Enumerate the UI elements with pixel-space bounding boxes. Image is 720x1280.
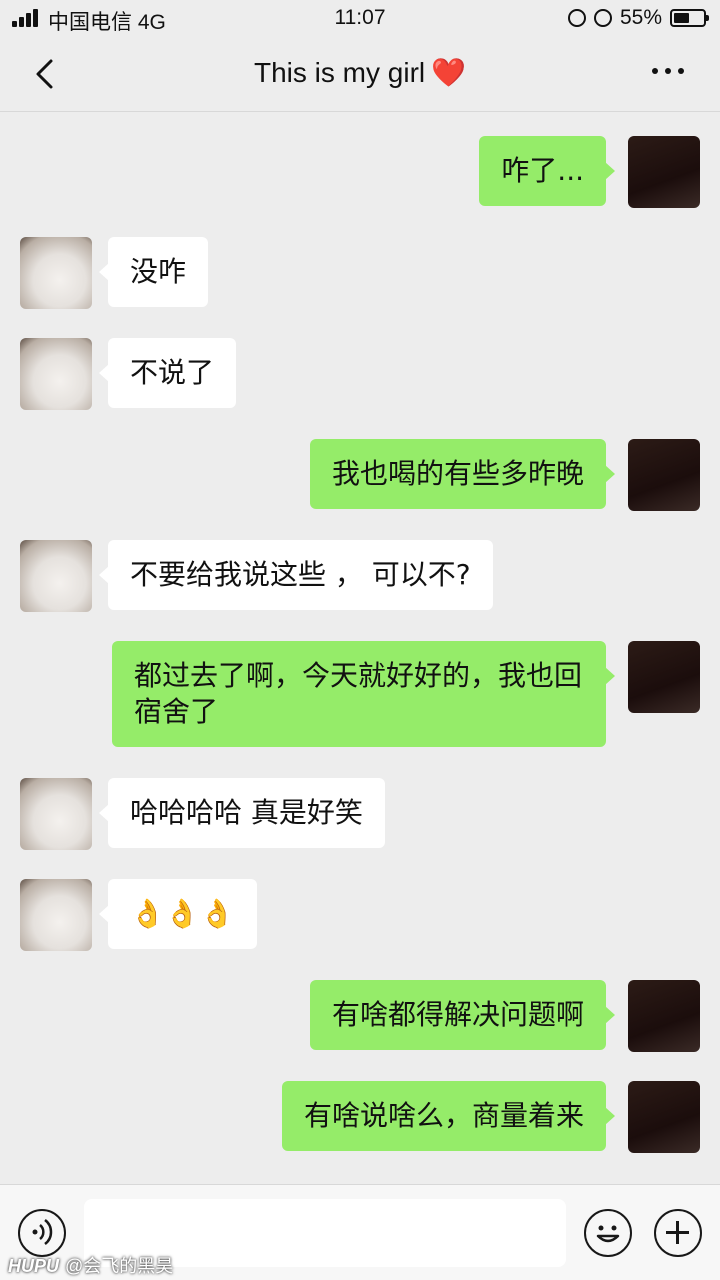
plus-icon[interactable]	[654, 1209, 702, 1257]
message-bubble[interactable]: 有啥都得解决问题啊	[309, 980, 616, 1050]
message-list[interactable]: 咋了... 没咋 不说了 我也喝的有些多昨晚 不要给我说这些 ， 可以不? 都过…	[0, 112, 720, 1184]
avatar[interactable]	[20, 778, 92, 850]
more-icon[interactable]	[652, 68, 684, 74]
chat-title-text: This is my girl	[254, 57, 426, 88]
message-row: 有啥说啥么，商量着来	[0, 1081, 720, 1153]
rotation-lock-icon	[593, 9, 612, 27]
message-row: 我也喝的有些多昨晚	[0, 439, 720, 511]
watermark: HUPU @会飞的黑昊	[8, 1252, 173, 1278]
avatar[interactable]	[20, 338, 92, 410]
message-bubble[interactable]: 我也喝的有些多昨晚	[309, 439, 616, 509]
message-bubble[interactable]: 👌👌👌	[99, 879, 257, 949]
avatar[interactable]	[628, 641, 700, 713]
message-row: 咋了...	[0, 136, 720, 208]
voice-icon[interactable]	[18, 1209, 66, 1257]
message-row: 不说了	[0, 338, 720, 410]
message-bubble[interactable]: 不说了	[98, 338, 237, 408]
message-bubble[interactable]: 不要给我说这些 ， 可以不?	[99, 540, 493, 610]
alarm-icon	[567, 9, 586, 27]
message-row: 没咋	[0, 237, 720, 309]
message-bubble[interactable]: 都过去了啊，今天就好好的，我也回宿舍了	[112, 641, 615, 747]
avatar[interactable]	[20, 237, 92, 309]
battery-percent: 55%	[619, 6, 662, 29]
emoji-icon[interactable]	[584, 1209, 632, 1257]
message-row: 不要给我说这些 ， 可以不?	[0, 540, 720, 612]
chat-header: This is my girl ❤️	[0, 36, 720, 112]
message-row: 都过去了啊，今天就好好的，我也回宿舍了	[0, 641, 720, 749]
message-bubble[interactable]: 没咋	[98, 237, 209, 307]
chat-title: This is my girl ❤️	[0, 56, 720, 89]
avatar[interactable]	[628, 1081, 700, 1153]
avatar[interactable]	[628, 439, 700, 511]
battery-icon	[670, 9, 709, 27]
message-bubble[interactable]: 有啥说啥么，商量着来	[281, 1081, 616, 1151]
message-row: 👌👌👌	[0, 879, 720, 951]
message-row: 有啥都得解决问题啊	[0, 980, 720, 1052]
message-row: 哈哈哈哈 真是好笑	[0, 778, 720, 850]
avatar[interactable]	[20, 879, 92, 951]
avatar[interactable]	[628, 136, 700, 208]
watermark-brand: HUPU	[8, 1256, 60, 1276]
watermark-text: @会飞的黑昊	[65, 1256, 174, 1276]
avatar[interactable]	[20, 540, 92, 612]
message-bubble[interactable]: 哈哈哈哈 真是好笑	[99, 778, 385, 848]
heart-emoji: ❤️	[431, 57, 466, 88]
message-bubble[interactable]: 咋了...	[479, 136, 615, 206]
avatar[interactable]	[628, 980, 700, 1052]
status-bar: 中国电信 4G 11:07 55%	[0, 0, 720, 36]
